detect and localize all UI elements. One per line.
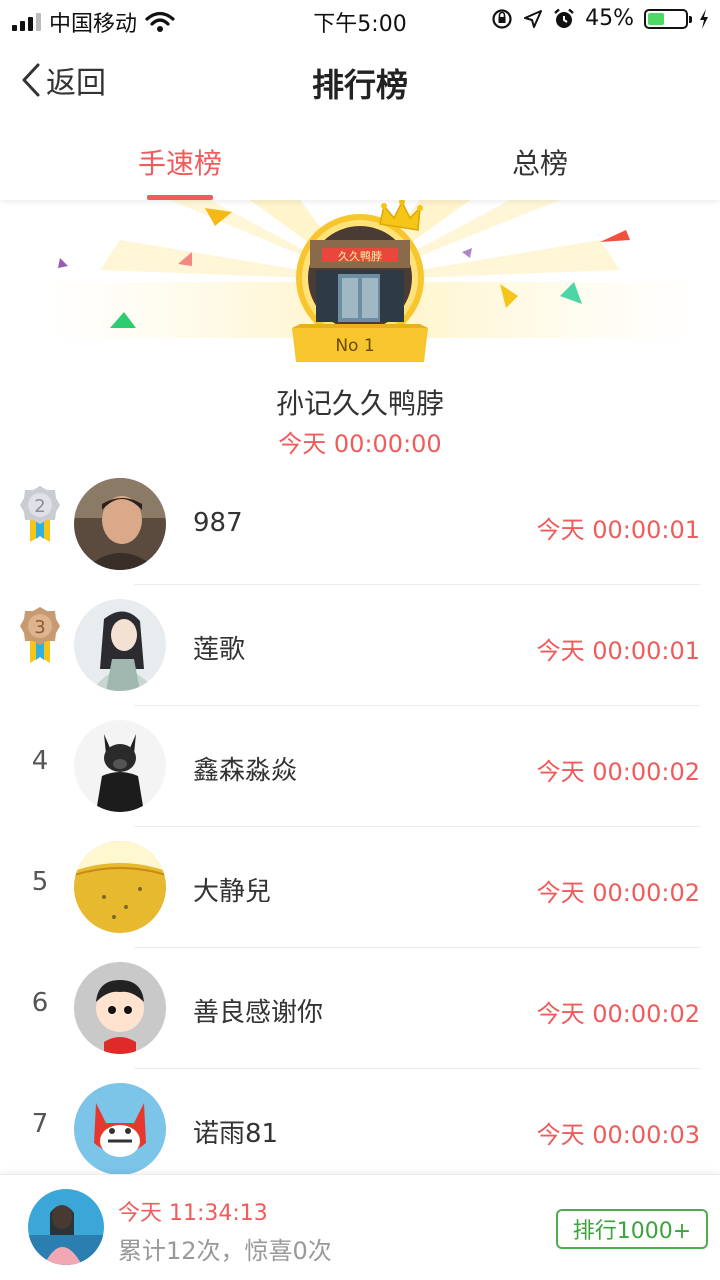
- champion-name: 孙记久久鸭脖: [275, 387, 444, 420]
- user-name: 诺雨81: [193, 1119, 279, 1149]
- alarm-icon: [554, 8, 574, 28]
- ranking-row-7[interactable]: 7 诺雨81 今天 00:00:03: [0, 1069, 720, 1190]
- tab-speed-ranking[interactable]: 手速榜: [0, 142, 360, 182]
- avatar: [74, 720, 166, 812]
- location-icon: [524, 9, 543, 28]
- user-name: 987: [193, 508, 243, 538]
- status-right: 45%: [491, 6, 710, 31]
- user-name: 大静兒: [193, 877, 272, 907]
- medal-rank-3: 3: [34, 617, 45, 638]
- shop-sign-text: 久久鸭脖: [338, 250, 382, 263]
- user-time: 今天 00:00:02: [536, 879, 700, 907]
- my-ranking-bar: 今天 11:34:13 累计12次，惊喜0次 排行1000+: [0, 1174, 720, 1280]
- bronze-medal-icon: 3: [20, 607, 60, 663]
- ranking-row-3[interactable]: 3 莲歌 今天 00:00:01: [0, 585, 720, 706]
- my-rank-button[interactable]: 排行1000+: [556, 1209, 708, 1249]
- charging-icon: [700, 8, 708, 29]
- user-time: 今天 00:00:03: [536, 1121, 700, 1149]
- avatar: [74, 599, 166, 691]
- user-time: 今天 00:00:01: [536, 516, 700, 544]
- rank-number: 7: [31, 1109, 49, 1139]
- user-name: 鑫森淼焱: [193, 756, 298, 786]
- rank-number: 4: [31, 746, 49, 776]
- tab-total-ranking[interactable]: 总榜: [360, 142, 720, 182]
- sunburst-background: 久久鸭脖 No 1: [40, 200, 700, 362]
- ranking-row-5[interactable]: 5 大静兒 今天 00:00:02: [0, 827, 720, 948]
- ranking-list: 2 987 今天 00:00:01 3 莲歌 今天 00:00:01 4 鑫森淼…: [0, 464, 720, 1190]
- battery-fill: [648, 12, 665, 25]
- silver-medal-icon: 2: [20, 486, 60, 542]
- user-name: 莲歌: [193, 635, 246, 665]
- no1-badge-text: No 1: [335, 336, 374, 356]
- avatar: [74, 478, 166, 570]
- tab-bar: 手速榜 总榜: [0, 122, 720, 200]
- user-time: 今天 00:00:01: [536, 637, 700, 665]
- my-avatar: [28, 1189, 104, 1265]
- my-stats: 累计12次，惊喜0次: [118, 1237, 332, 1265]
- battery-icon: [644, 8, 692, 29]
- active-tab-indicator: [147, 195, 213, 200]
- avatar: [74, 962, 166, 1054]
- my-time: 今天 11:34:13: [118, 1201, 268, 1226]
- user-time: 今天 00:00:02: [536, 1000, 700, 1028]
- status-bar: 中国移动 下午5:00 45%: [0, 0, 720, 40]
- user-time: 今天 00:00:02: [536, 758, 700, 786]
- avatar: [74, 1083, 166, 1175]
- medal-rank-2: 2: [34, 496, 45, 517]
- nav-bar: 返回 排行榜: [0, 42, 720, 122]
- ranking-row-4[interactable]: 4 鑫森淼焱 今天 00:00:02: [0, 706, 720, 827]
- champion-time: 今天 00:00:00: [278, 430, 442, 458]
- rank-number: 6: [31, 988, 49, 1018]
- avatar: [74, 841, 166, 933]
- battery-percent: 45%: [585, 6, 634, 31]
- orientation-lock-icon: [492, 8, 512, 29]
- ranking-row-6[interactable]: 6 善良感谢你 今天 00:00:02: [0, 948, 720, 1069]
- champion-banner: 久久鸭脖 No 1 孙记久久鸭脖 今天 00:00:00: [0, 200, 720, 460]
- ranking-page: 中国移动 下午5:00 45% 返回 排行榜 手速榜 总榜 久久鸭脖 No 1 …: [0, 0, 720, 1280]
- user-name: 善良感谢你: [193, 998, 324, 1028]
- rank-number: 5: [31, 867, 49, 897]
- page-title: 排行榜: [311, 66, 408, 104]
- ranking-row-2[interactable]: 2 987 今天 00:00:01: [0, 464, 720, 585]
